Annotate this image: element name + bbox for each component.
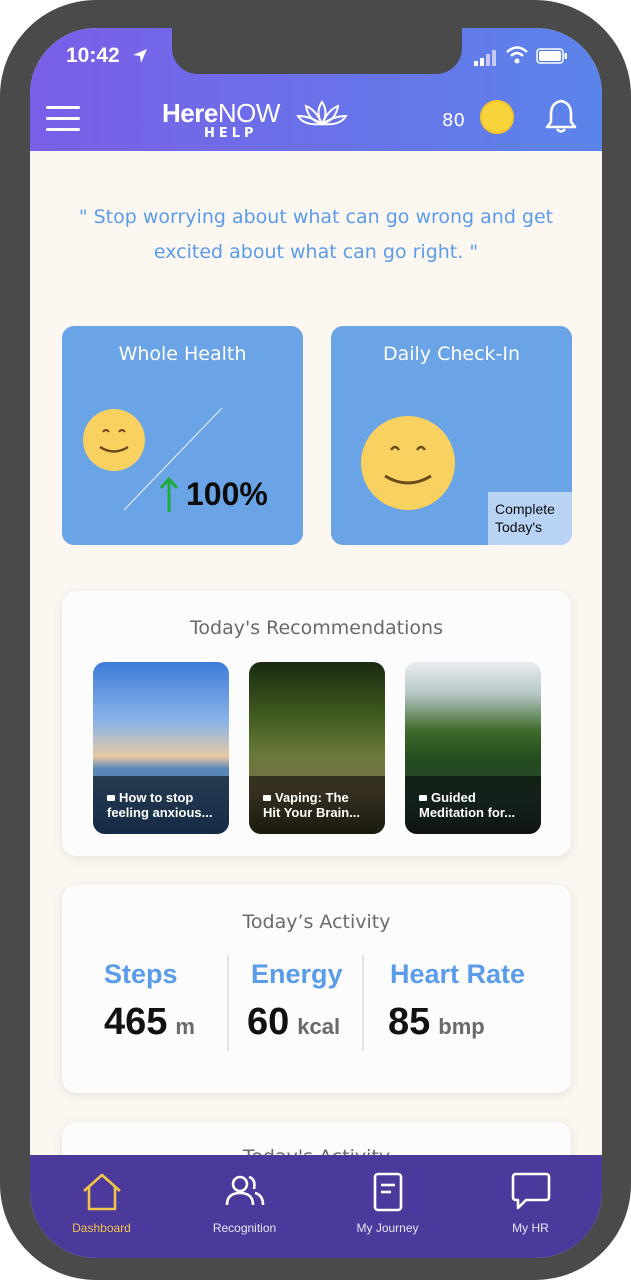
tab-dashboard[interactable]: Dashboard xyxy=(30,1155,173,1258)
location-icon xyxy=(133,49,147,63)
menu-icon[interactable] xyxy=(46,106,80,132)
daily-quote: " Stop worrying about what can go wrong … xyxy=(78,206,554,263)
recommendations-title: Today's Recommendations xyxy=(190,617,443,639)
daily-checkin-title: Daily Check-In xyxy=(382,343,521,365)
battery-icon xyxy=(536,48,567,64)
wifi-icon xyxy=(506,46,528,64)
tab-my-hr[interactable]: My HR xyxy=(459,1155,602,1258)
signal-icon xyxy=(474,50,496,66)
energy-value: 60 kcal xyxy=(247,1001,341,1043)
steps-label: Steps xyxy=(104,959,178,989)
recommendation-item[interactable]: How to stop feeling anxious... xyxy=(93,662,229,834)
video-icon xyxy=(107,795,115,801)
app-logo: HereNOW HELP xyxy=(162,98,352,146)
status-time: 10:42 xyxy=(66,44,120,67)
home-icon xyxy=(82,1173,121,1211)
coin-icon[interactable] xyxy=(480,100,514,134)
recommendations-card: Today's Recommendations How to stop feeli… xyxy=(62,591,571,856)
activity-card: Today’s Activity Steps 465 m Energy 60 kca… xyxy=(62,885,571,1093)
phone-frame: 10:42 HereNOW HELP 80 " Stop worrying ab… xyxy=(0,0,631,1280)
whole-health-card[interactable]: Whole Health 100% xyxy=(62,326,303,545)
video-icon xyxy=(263,795,271,801)
complete-checkin-button[interactable]: Complete Today's xyxy=(488,492,572,545)
journal-icon xyxy=(373,1172,402,1212)
daily-checkin-card[interactable]: Daily Check-In Complete Today's xyxy=(331,326,572,545)
tab-my-journey[interactable]: My Journey xyxy=(316,1155,459,1258)
divider xyxy=(362,955,364,1051)
heart-rate-label: Heart Rate xyxy=(390,959,526,989)
tab-recognition[interactable]: Recognition xyxy=(173,1155,316,1258)
recommendation-item[interactable]: Guided Meditation for... xyxy=(405,662,541,834)
whole-health-title: Whole Health xyxy=(118,343,247,365)
device-notch xyxy=(172,28,462,74)
bottom-tab-bar: Dashboard Recognition My Journey My HR xyxy=(30,1155,602,1258)
arrow-up-icon xyxy=(159,476,179,512)
app-screen: 10:42 HereNOW HELP 80 " Stop worrying ab… xyxy=(30,28,602,1258)
divider xyxy=(227,955,229,1051)
bell-icon[interactable] xyxy=(544,98,578,134)
energy-label: Energy xyxy=(251,959,343,989)
video-icon xyxy=(419,795,427,801)
heart-rate-value: 85 bmp xyxy=(388,1001,485,1043)
health-percentage: 100% xyxy=(186,476,268,512)
smiley-face-icon xyxy=(361,416,455,510)
steps-value: 465 m xyxy=(104,1001,195,1043)
lotus-icon xyxy=(296,100,348,126)
activity-title: Today’s Activity xyxy=(242,911,391,933)
people-icon xyxy=(225,1175,264,1206)
chat-icon xyxy=(511,1172,550,1210)
points-count: 80 xyxy=(442,110,465,131)
recommendation-item[interactable]: Vaping: The Hit Your Brain... xyxy=(249,662,385,834)
